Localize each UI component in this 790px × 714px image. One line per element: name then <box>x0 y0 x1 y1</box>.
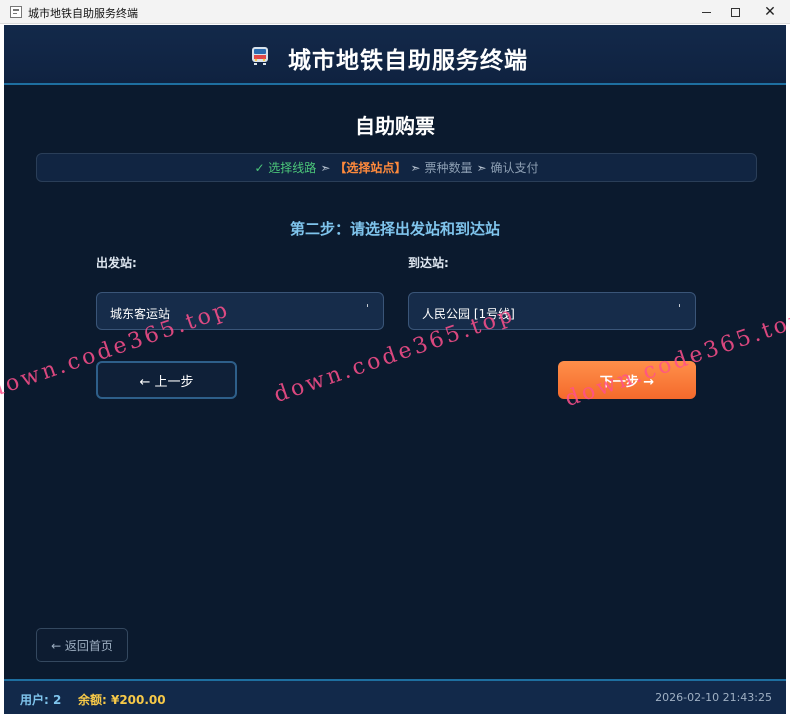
app-title: 城市地铁自助服务终端 <box>288 48 528 74</box>
step-progress-bar: ✓ 选择线路 ➣ 【选择站点】 ➣ 票种数量 ➣ 确认支付 <box>36 153 757 182</box>
app-root: 城市地铁自助服务终端 自助购票 ✓ 选择线路 ➣ 【选择站点】 ➣ 票种数量 ➣… <box>4 25 786 714</box>
next-step-button[interactable]: 下一步 → <box>558 361 696 399</box>
dropdown-arrow-icon: ˈ <box>365 302 369 315</box>
step-heading: 第二步：请选择出发站和到达站 <box>289 220 500 238</box>
step-ticket-quantity: 票种数量 <box>424 161 473 175</box>
user-id-text: 用户: 2 <box>20 693 62 707</box>
metro-train-icon <box>252 47 268 65</box>
app-header: 城市地铁自助服务终端 <box>4 25 786 85</box>
to-station-label: 到达站: <box>408 256 449 270</box>
status-bar: 用户: 2 余额: ¥200.00 2026-02-10 21:43:25 <box>4 679 786 714</box>
balance-text: 余额: ¥200.00 <box>78 693 166 707</box>
page-title: 自助购票 <box>355 114 435 138</box>
dropdown-arrow-icon: ˈ <box>677 302 681 315</box>
step-confirm-payment: 确认支付 <box>490 161 539 175</box>
step-separator-icon: ➣ <box>320 160 331 175</box>
window-titlebar: 城市地铁自助服务终端 ✕ <box>0 0 790 24</box>
to-station-select[interactable]: 人民公园 [1号线] ˈ <box>408 292 696 330</box>
window-title: 城市地铁自助服务终端 <box>28 7 138 20</box>
datetime-text: 2026-02-10 21:43:25 <box>655 691 772 704</box>
to-station-value: 人民公园 [1号线] <box>422 307 515 321</box>
step-select-line: ✓ 选择线路 <box>254 161 317 175</box>
from-station-select[interactable]: 城东客运站 ˈ <box>96 292 384 330</box>
step-select-station: 【选择站点】 <box>334 161 407 175</box>
previous-step-button[interactable]: ← 上一步 <box>96 361 237 399</box>
maximize-icon[interactable] <box>718 0 752 24</box>
app-window-icon <box>10 6 22 18</box>
close-icon[interactable]: ✕ <box>753 0 787 24</box>
step-separator-icon: ➣ <box>476 160 487 175</box>
step-separator-icon: ➣ <box>410 160 421 175</box>
from-station-value: 城东客运站 <box>110 307 171 321</box>
back-home-button[interactable]: ← 返回首页 <box>36 628 128 662</box>
from-station-label: 出发站: <box>96 256 137 270</box>
